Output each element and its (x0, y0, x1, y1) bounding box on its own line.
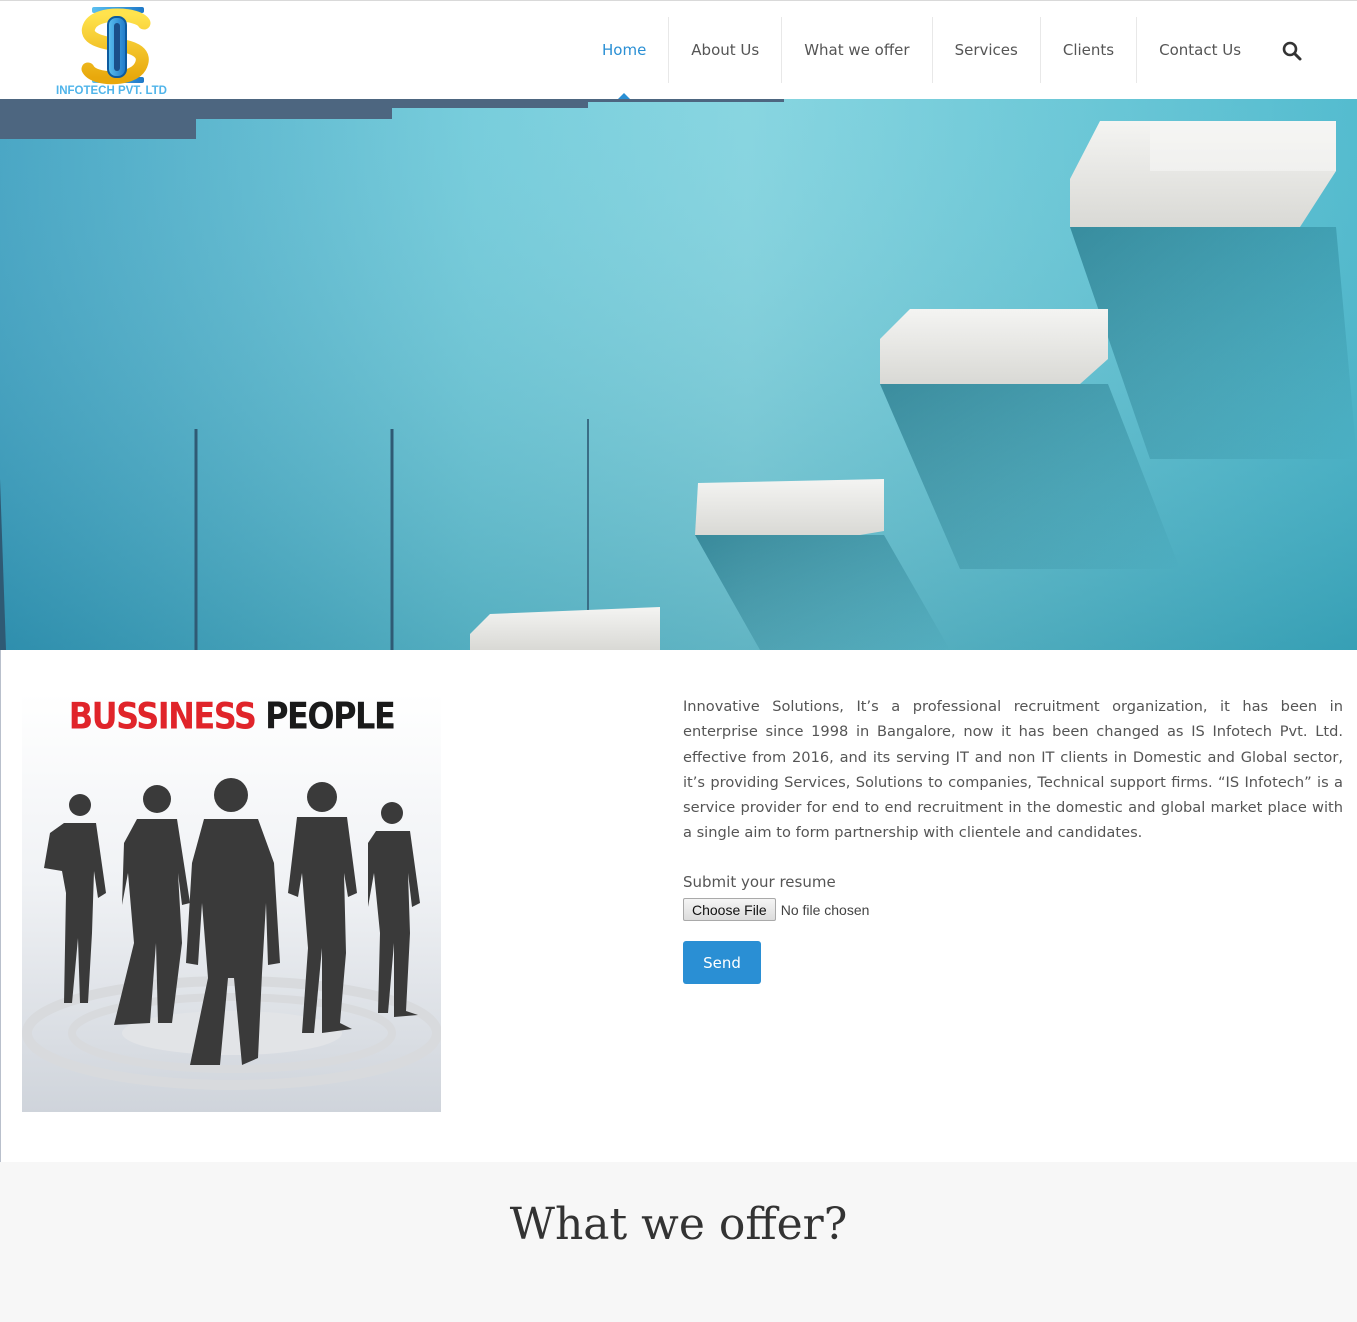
nav-services-label: Services (954, 41, 1018, 59)
send-button[interactable]: Send (683, 941, 761, 984)
file-status: No file chosen (780, 901, 870, 918)
offer-title: What we offer? (509, 1199, 848, 1250)
nav-contact-us[interactable]: Contact Us (1136, 17, 1263, 83)
resume-label: Submit your resume (683, 873, 836, 891)
company-logo[interactable]: INFOTECH PVT. LTD (52, 5, 182, 99)
logo-text: INFOTECH PVT. LTD (56, 85, 167, 97)
nav-what-we-offer[interactable]: What we offer (781, 17, 931, 83)
site-header: INFOTECH PVT. LTD Home About Us What we … (0, 0, 1357, 100)
intro-paragraph: Innovative Solutions, It’s a professiona… (683, 698, 1343, 842)
people-word: PEOPLE (265, 694, 396, 738)
nav-clients-label: Clients (1062, 41, 1115, 59)
main-nav: Home About Us What we offer Services Cli… (580, 17, 1263, 100)
nav-services[interactable]: Services (931, 17, 1040, 83)
business-people-image: BUSSINESS PEOPLE (22, 693, 441, 1112)
nav-about-us[interactable]: About Us (668, 17, 781, 83)
file-upload: Choose File No file chosen (683, 898, 869, 921)
nav-clients[interactable]: Clients (1039, 17, 1136, 83)
nav-contact-us-label: Contact Us (1159, 41, 1242, 59)
choose-file-button[interactable]: Choose File (683, 898, 776, 921)
hero-stairs-image (0, 99, 1357, 650)
business-word: BUSSINESS (68, 694, 257, 738)
nav-about-us-label: About Us (691, 41, 760, 59)
business-image-caption: BUSSINESS PEOPLE (22, 694, 441, 738)
search-icon[interactable] (1280, 39, 1304, 63)
hero-banner (0, 99, 1357, 650)
nav-what-we-offer-label: What we offer (804, 41, 910, 59)
nav-home[interactable]: Home (580, 17, 668, 100)
nav-home-label: Home (602, 41, 647, 59)
